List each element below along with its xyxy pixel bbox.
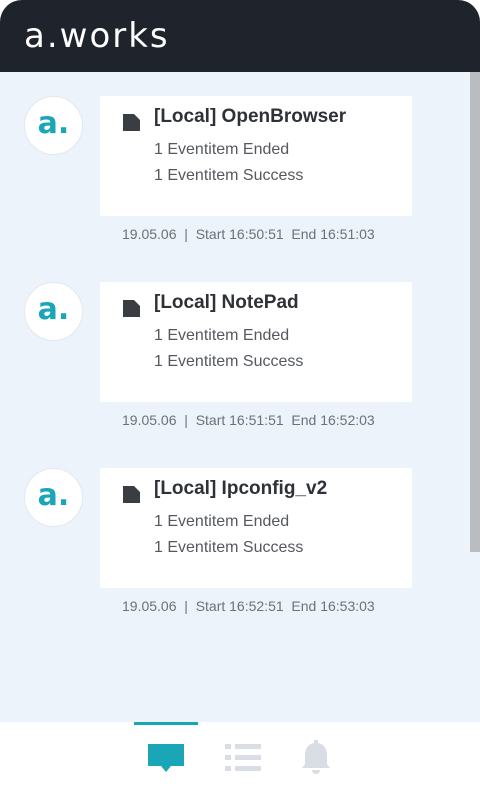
- avatar-logo-text: a.: [37, 291, 70, 327]
- document-icon: [123, 300, 140, 317]
- document-icon: [123, 114, 140, 131]
- scrollbar-thumb[interactable]: [470, 72, 480, 552]
- nav-tab-list[interactable]: [211, 722, 275, 794]
- event-timestamp: 19.05.06 | Start 16:50:51 End 16:51:03: [122, 226, 375, 242]
- bottom-nav: [0, 722, 480, 794]
- event-status-ended: 1 Eventitem Ended: [154, 513, 290, 530]
- app-logo: a.works: [24, 16, 170, 56]
- event-card[interactable]: [Local] OpenBrowser 1 Eventitem Ended 1 …: [100, 96, 412, 216]
- event-entry[interactable]: a. [Local] OpenBrowser 1 Eventitem Ended…: [0, 96, 470, 266]
- event-status-success: 1 Eventitem Success: [154, 353, 304, 370]
- avatar: a.: [24, 96, 83, 155]
- event-card[interactable]: [Local] NotePad 1 Eventitem Ended 1 Even…: [100, 282, 412, 402]
- event-title: [Local] Ipconfig_v2: [154, 478, 328, 499]
- avatar-logo-text: a.: [37, 477, 70, 513]
- app-header: a.works: [0, 0, 480, 72]
- active-tab-indicator: [134, 722, 198, 725]
- chat-icon: [148, 744, 184, 772]
- avatar-logo-text: a.: [37, 105, 70, 141]
- event-feed[interactable]: a. [Local] OpenBrowser 1 Eventitem Ended…: [0, 72, 480, 722]
- scrollbar-track[interactable]: [470, 72, 480, 722]
- nav-tab-messages[interactable]: [134, 722, 198, 794]
- event-status-success: 1 Eventitem Success: [154, 167, 304, 184]
- event-title: [Local] OpenBrowser: [154, 106, 347, 127]
- event-entry[interactable]: a. [Local] Ipconfig_v2 1 Eventitem Ended…: [0, 468, 470, 638]
- event-timestamp: 19.05.06 | Start 16:51:51 End 16:52:03: [122, 412, 375, 428]
- bell-icon: [302, 740, 330, 774]
- event-status-success: 1 Eventitem Success: [154, 539, 304, 556]
- event-timestamp: 19.05.06 | Start 16:52:51 End 16:53:03: [122, 598, 375, 614]
- event-entry[interactable]: a. [Local] NotePad 1 Eventitem Ended 1 E…: [0, 282, 470, 452]
- avatar: a.: [24, 468, 83, 527]
- event-card[interactable]: [Local] Ipconfig_v2 1 Eventitem Ended 1 …: [100, 468, 412, 588]
- event-status-ended: 1 Eventitem Ended: [154, 327, 290, 344]
- nav-tab-notifications[interactable]: [284, 722, 348, 794]
- list-icon: [225, 744, 261, 771]
- event-title: [Local] NotePad: [154, 292, 299, 313]
- event-status-ended: 1 Eventitem Ended: [154, 141, 290, 158]
- document-icon: [123, 486, 140, 503]
- avatar: a.: [24, 282, 83, 341]
